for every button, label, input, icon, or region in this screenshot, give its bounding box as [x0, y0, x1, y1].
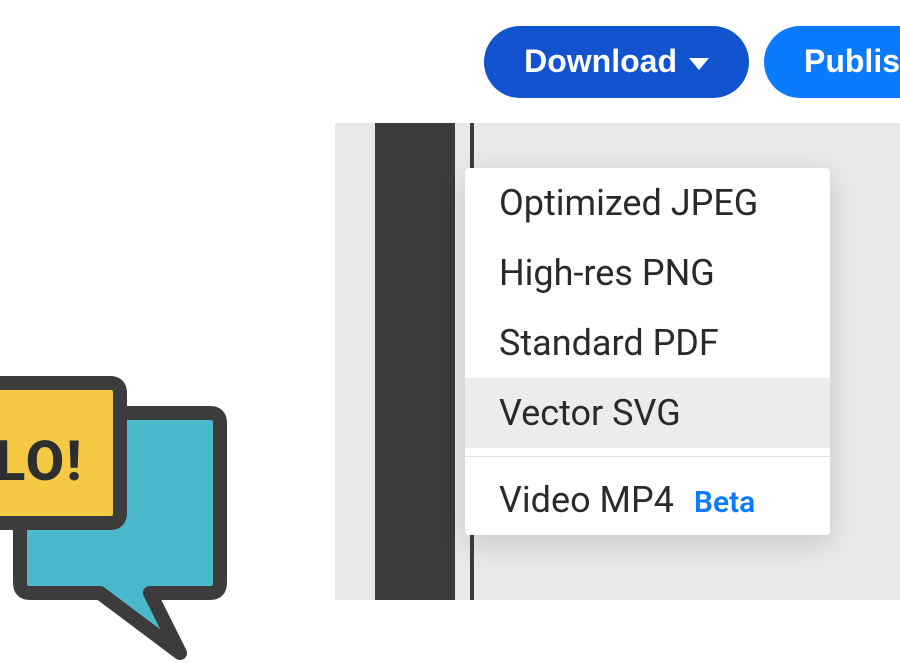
- beta-badge: Beta: [694, 485, 755, 520]
- canvas-text: LO!: [0, 428, 84, 494]
- download-label: Download: [524, 43, 677, 80]
- dropdown-label: Video MP4: [499, 479, 674, 521]
- publish-button[interactable]: Publis: [764, 26, 900, 98]
- download-button[interactable]: Download: [484, 26, 749, 98]
- dropdown-label: Vector SVG: [499, 392, 681, 434]
- dropdown-item-jpeg[interactable]: Optimized JPEG: [465, 168, 830, 238]
- dropdown-label: Standard PDF: [499, 322, 719, 364]
- dropdown-item-mp4[interactable]: Video MP4 Beta: [465, 465, 830, 535]
- download-dropdown: Optimized JPEG High-res PNG Standard PDF…: [465, 168, 830, 535]
- publish-label: Publis: [804, 43, 900, 80]
- topbar: Download Publis: [0, 0, 900, 123]
- dropdown-item-svg[interactable]: Vector SVG: [465, 378, 830, 448]
- dropdown-item-pdf[interactable]: Standard PDF: [465, 308, 830, 378]
- caret-down-icon: [689, 58, 709, 70]
- dropdown-label: High-res PNG: [499, 252, 715, 294]
- dropdown-item-png[interactable]: High-res PNG: [465, 238, 830, 308]
- dropdown-divider: [465, 456, 830, 457]
- dropdown-label: Optimized JPEG: [499, 182, 758, 224]
- dark-panel: [375, 123, 455, 600]
